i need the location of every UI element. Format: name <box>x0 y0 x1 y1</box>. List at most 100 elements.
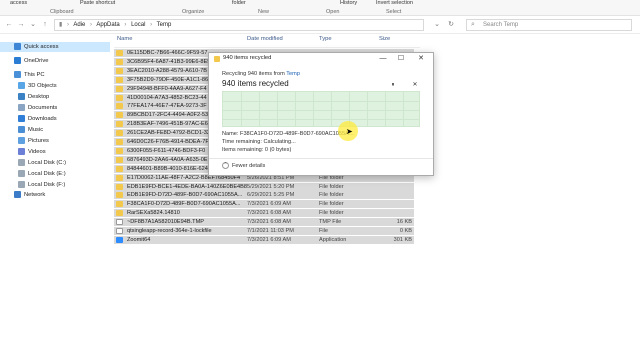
sidebar-item-label: Network <box>24 192 46 198</box>
ribbon-history[interactable]: History <box>340 0 357 6</box>
graph-gridline <box>295 92 296 126</box>
file-row[interactable]: EDB1E9FD-BCE1-4EDE-BA0A-140Z6E0BE4B8 5/29… <box>114 182 414 191</box>
folder-icon <box>116 76 123 83</box>
folder-icon <box>116 67 123 74</box>
folder-icon <box>116 94 123 101</box>
column-header-name[interactable]: Name <box>117 36 132 46</box>
column-header-size[interactable]: Size <box>379 36 390 46</box>
recycle-icon <box>214 56 220 62</box>
file-name: ~DF8B7A1A582010E94B.TMP <box>127 219 204 226</box>
sidebar-item-local-disk-f[interactable]: Local Disk (F:) <box>0 180 110 190</box>
search-input[interactable]: ⌕ Search Temp <box>466 19 632 31</box>
dialog-subtitle: Recycling 940 items from Temp <box>222 71 300 77</box>
sidebar-item-label: OneDrive <box>24 58 49 64</box>
drive-icon <box>18 170 25 177</box>
ribbon-group-clipboard: Clipboard <box>50 9 74 15</box>
pause-icon[interactable]: ⏸ <box>389 81 397 89</box>
file-date: 7/1/2021 11:03 PM <box>247 228 294 234</box>
sidebar-item-local-disk-e[interactable]: Local Disk (E:) <box>0 169 110 179</box>
address-bar[interactable]: ▮ › Adie › AppData › Local › Temp <box>54 19 424 31</box>
sidebar-item-this-pc[interactable]: This PC <box>0 70 110 80</box>
sidebar-item-desktop[interactable]: Desktop <box>0 92 110 102</box>
graph-gridline <box>241 92 242 126</box>
file-row[interactable]: ~DF8B7A1A582010E94B.TMP 7/3/2021 6:08 AM T… <box>114 218 414 227</box>
file-type: File folder <box>319 201 344 208</box>
chevron-right-icon: › <box>90 22 93 28</box>
sidebar-item-3d-objects[interactable]: 3D Objects <box>0 81 110 91</box>
ribbon-paste-shortcut[interactable]: Paste shortcut <box>80 0 115 6</box>
breadcrumb-temp[interactable]: Temp <box>157 22 172 28</box>
folder-icon <box>116 58 123 65</box>
file-row[interactable]: qtsingleapp-record-364e-1-lockfile 7/1/20… <box>114 227 414 235</box>
cloud-icon <box>14 57 21 64</box>
sidebar-item-pictures[interactable]: Pictures <box>0 136 110 146</box>
ribbon-access[interactable]: access <box>10 0 27 6</box>
chevron-up-icon: ⌃ <box>222 162 229 169</box>
column-header-type[interactable]: Type <box>319 36 332 46</box>
mouse-pointer-icon: ➤ <box>346 127 353 136</box>
fewer-details-button[interactable]: ⌃ Fewer details <box>222 162 265 169</box>
sidebar-item-videos[interactable]: Videos <box>0 147 110 157</box>
breadcrumb-adie[interactable]: Adie <box>73 22 85 28</box>
sidebar-item-music[interactable]: Music <box>0 125 110 135</box>
items-remaining: Items remaining: 0 (0 bytes) <box>222 147 292 153</box>
maximize-icon[interactable]: ☐ <box>395 54 407 64</box>
sidebar-item-downloads[interactable]: Downloads <box>0 114 110 124</box>
file-date: 7/3/2021 6:09 AM <box>247 236 291 243</box>
file-row[interactable]: RarSEXa5824.14810 7/3/2021 6:08 AM File fo… <box>114 209 414 218</box>
file-size: 16 KB <box>396 219 412 226</box>
ribbon-invert-selection[interactable]: Invert selection <box>376 0 413 6</box>
video-icon <box>18 148 25 155</box>
download-icon <box>18 115 25 122</box>
sidebar-item-label: This PC <box>24 72 45 78</box>
temp-folder-link[interactable]: Temp <box>286 71 300 77</box>
file-date: 7/3/2021 6:09 AM <box>247 201 291 208</box>
ribbon-folder[interactable]: folder <box>232 0 246 6</box>
refresh-icon[interactable]: ↻ <box>446 20 456 30</box>
network-icon <box>14 191 21 198</box>
graph-gridline <box>223 110 419 111</box>
search-placeholder: Search Temp <box>483 22 519 28</box>
up-arrow-icon[interactable]: ↑ <box>40 20 50 30</box>
dialog-subtitle-text: Recycling 940 items from <box>222 71 285 77</box>
folder-icon <box>116 112 123 119</box>
sidebar-item-documents[interactable]: Documents <box>0 103 110 113</box>
sidebar-item-onedrive[interactable]: OneDrive <box>0 56 110 66</box>
file-row[interactable]: F38CA1F0-D72D-489F-B0D7-690AC1055A... 7/3… <box>114 200 414 209</box>
navigation-pane: Quick access OneDrive This PC 3D Objects… <box>0 34 110 360</box>
sidebar-item-local-disk-c[interactable]: Local Disk (C:) <box>0 158 110 168</box>
ribbon-group-organize: Organize <box>182 9 205 15</box>
column-header-date[interactable]: Date modified <box>247 36 283 46</box>
breadcrumb-local[interactable]: Local <box>131 22 145 28</box>
graph-gridline <box>403 92 404 126</box>
back-arrow-icon[interactable]: ← <box>4 20 14 30</box>
folder-icon <box>116 103 123 110</box>
file-name: RarSEXa5824.14810 <box>127 210 180 217</box>
address-row: ← → ⌄ ↑ ▮ › Adie › AppData › Local › Tem… <box>0 16 640 34</box>
file-name: EDB1E9FD-BCE1-4EDE-BA0A-140Z6E0BE4B8 <box>127 183 247 190</box>
folder-icon <box>116 130 123 137</box>
fewer-details-label: Fewer details <box>232 162 266 169</box>
cancel-icon[interactable]: ✕ <box>411 81 419 89</box>
drive-icon <box>18 181 25 188</box>
breadcrumb-appdata[interactable]: AppData <box>96 22 119 28</box>
close-icon[interactable]: ✕ <box>415 54 427 64</box>
graph-gridline <box>223 119 419 120</box>
minimize-icon[interactable]: — <box>377 54 389 64</box>
file-name: qtsingleapp-record-364e-1-lockfile <box>127 228 212 234</box>
file-size: 301 KB <box>393 236 412 243</box>
sidebar-item-network[interactable]: Network <box>0 190 110 200</box>
sidebar-item-quick-access[interactable]: Quick access <box>0 42 110 52</box>
file-date: 6/29/2021 5:25 PM <box>247 192 295 199</box>
ribbon: access Paste shortcut folder History Inv… <box>0 0 640 16</box>
file-type: TMP File <box>319 219 342 226</box>
recent-locations-chevron-icon[interactable]: ⌄ <box>28 20 38 30</box>
address-dropdown-icon[interactable]: ⌄ <box>432 20 442 30</box>
desktop-icon <box>18 93 25 100</box>
forward-arrow-icon[interactable]: → <box>16 20 26 30</box>
dialog-headline: 940 items recycled <box>222 79 289 88</box>
music-icon <box>18 126 25 133</box>
file-row[interactable]: EDB1E9FD-D72D-489F-B0D7-690AC1055A... 6/2… <box>114 191 414 200</box>
recycle-progress-dialog: 940 items recycled — ☐ ✕ Recycling 940 i… <box>208 52 434 176</box>
file-row[interactable]: Zoomit64 7/3/2021 6:09 AM Application 301 K… <box>114 235 414 244</box>
